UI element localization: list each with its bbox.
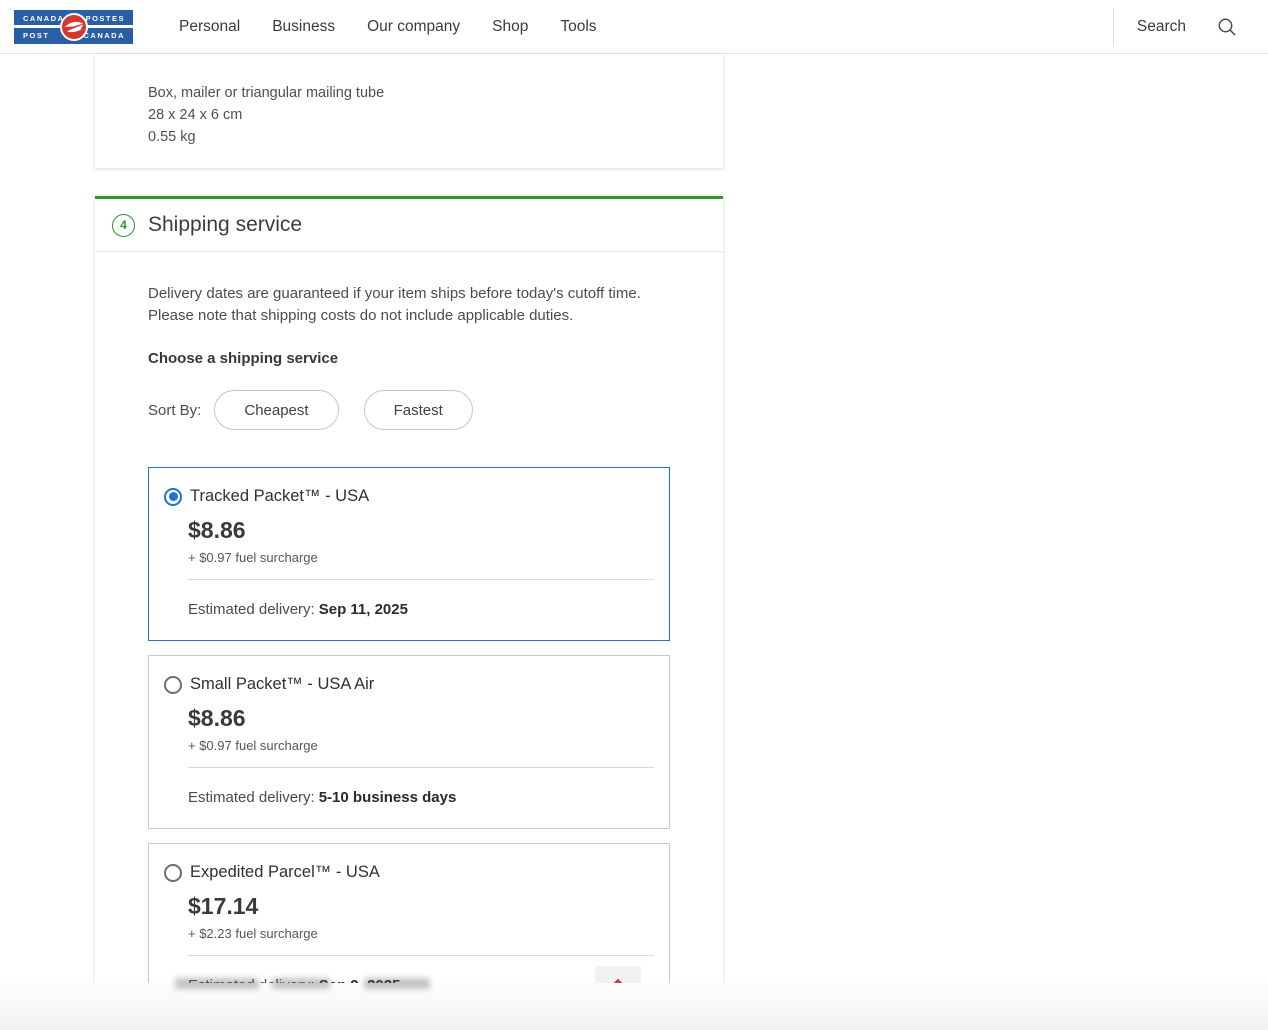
search-icon[interactable]: [1216, 16, 1238, 38]
step-number-badge: 4: [112, 214, 135, 237]
blurred-footer-remnant: [272, 978, 330, 989]
back-to-top-button[interactable]: [595, 966, 641, 983]
package-weight: 0.55 kg: [148, 126, 723, 148]
option-expedited-parcel-usa[interactable]: Expedited Parcel™ - USA $17.14 + $2.23 f…: [148, 843, 670, 983]
estimated-delivery-value: 5-10 business days: [319, 789, 457, 806]
sort-by-row: Sort By: Cheapest Fastest: [148, 390, 670, 430]
radio-selected[interactable]: [164, 488, 182, 506]
estimated-delivery-value: Sep 11, 2025: [319, 601, 408, 618]
blurred-footer-remnant: [175, 978, 259, 989]
shipping-service-panel: 4 Shipping service Delivery dates are gu…: [95, 196, 723, 983]
option-price: $8.86: [188, 517, 654, 544]
option-small-packet-usa-air[interactable]: Small Packet™ - USA Air $8.86 + $0.97 fu…: [148, 655, 670, 829]
package-type: Box, mailer or triangular mailing tube: [148, 82, 723, 104]
radio-unselected[interactable]: [164, 676, 182, 694]
sort-fastest-button[interactable]: Fastest: [364, 390, 473, 430]
package-dimensions: 28 x 24 x 6 cm: [148, 104, 723, 126]
delivery-guarantee-text: Delivery dates are guaranteed if your it…: [148, 283, 676, 326]
option-price: $8.86: [188, 705, 654, 732]
estimated-delivery: Estimated delivery:5-10 business days: [188, 789, 654, 806]
sort-by-label: Sort By:: [148, 402, 201, 419]
shipping-section-body: Delivery dates are guaranteed if your it…: [95, 252, 723, 983]
section-title: Shipping service: [148, 213, 302, 237]
blurred-footer-remnant: [364, 978, 430, 989]
search-label[interactable]: Search: [1137, 18, 1186, 36]
option-name[interactable]: Tracked Packet™ - USA: [190, 487, 369, 506]
page-bottom-fade: [0, 983, 1268, 1030]
estimated-delivery: Estimated delivery:Sep 11, 2025: [188, 601, 654, 618]
shipping-section-header: 4 Shipping service: [95, 199, 723, 252]
logo-text-canada-fr: CANADA: [84, 31, 126, 40]
nav-business[interactable]: Business: [272, 18, 335, 36]
estimated-delivery-label: Estimated delivery:: [188, 789, 315, 806]
page: CANADA POST POSTES CANADA Personal Busin…: [0, 0, 1268, 1030]
logo-text-canada: CANADA: [23, 14, 65, 23]
fuel-surcharge: + $0.97 fuel surcharge: [188, 550, 654, 565]
divider: [188, 767, 654, 768]
nav-our-company[interactable]: Our company: [367, 18, 460, 36]
option-price: $17.14: [188, 893, 654, 920]
shipping-options-list: Tracked Packet™ - USA $8.86 + $0.97 fuel…: [148, 467, 670, 983]
option-name[interactable]: Small Packet™ - USA Air: [190, 675, 374, 694]
option-name[interactable]: Expedited Parcel™ - USA: [190, 863, 380, 882]
logo-text-post: POST: [23, 31, 49, 40]
nav-shop[interactable]: Shop: [492, 18, 528, 36]
option-tracked-packet-usa[interactable]: Tracked Packet™ - USA $8.86 + $0.97 fuel…: [148, 467, 670, 641]
main-content: Box, mailer or triangular mailing tube 2…: [0, 54, 1268, 983]
fuel-surcharge: + $2.23 fuel surcharge: [188, 926, 654, 941]
site-header: CANADA POST POSTES CANADA Personal Busin…: [0, 0, 1268, 54]
divider: [188, 579, 654, 580]
estimated-delivery-label: Estimated delivery:: [188, 601, 315, 618]
up-arrow-icon: [603, 974, 633, 983]
sort-cheapest-button[interactable]: Cheapest: [214, 390, 338, 430]
nav-personal[interactable]: Personal: [179, 18, 240, 36]
divider: [188, 955, 654, 956]
header-search-area: Search: [1113, 8, 1268, 46]
wing-emblem-icon: [60, 13, 88, 41]
logo-text-postes: POSTES: [86, 14, 125, 23]
nav-tools[interactable]: Tools: [560, 18, 596, 36]
canada-post-logo[interactable]: CANADA POST POSTES CANADA: [14, 10, 133, 44]
package-summary-card: Box, mailer or triangular mailing tube 2…: [95, 54, 723, 168]
main-nav: Personal Business Our company Shop Tools: [179, 18, 597, 36]
choose-service-label: Choose a shipping service: [148, 350, 670, 367]
radio-unselected[interactable]: [164, 864, 182, 882]
fuel-surcharge: + $0.97 fuel surcharge: [188, 738, 654, 753]
